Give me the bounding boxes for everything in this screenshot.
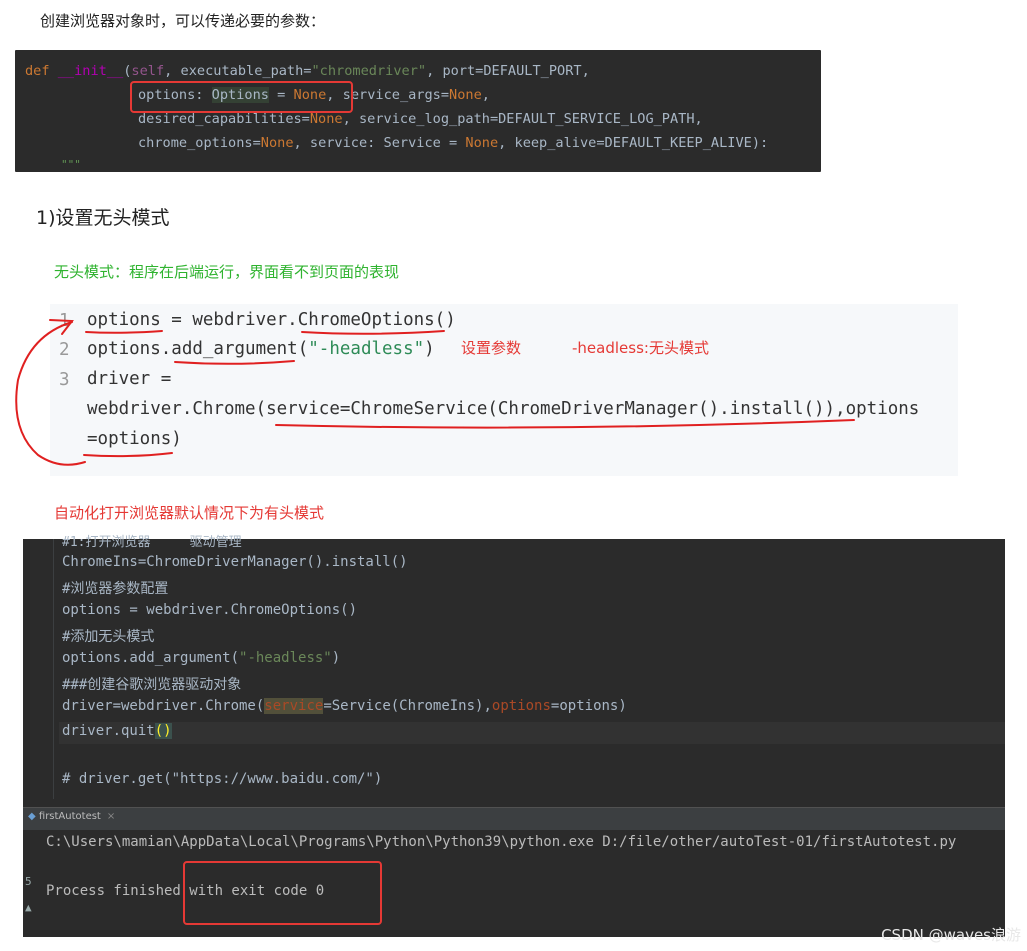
exit-code-highlight-box [183,861,382,925]
comment-line: #添加无头模式 [62,629,155,645]
csdn-watermark: CSDN @waves浪游 [881,926,1021,944]
arrow-curve [15,321,86,466]
editor-gutter [53,539,54,799]
underline-options [85,330,163,334]
ide-editor-screenshot: #1:打开浏览器 驱动管理 ChromeIns=ChromeDriverMana… [23,535,1005,937]
comment-line: ###创建谷歌浏览器驱动对象 [62,677,242,693]
comment-line: # driver.get("https://www.baidu.com/") [62,771,383,787]
underline-options-arg [83,452,173,458]
code-line: ChromeIns=ChromeDriverManager().install(… [62,554,408,570]
code-line: options = webdriver.ChromeOptions() [62,602,358,618]
underline-add-argument [174,360,295,365]
partial-comment-line: #1:打开浏览器 驱动管理 [62,535,242,550]
close-icon[interactable]: × [107,811,115,822]
current-line-highlight [59,722,1005,744]
console-command: C:\Users\mamian\AppData\Local\Programs\P… [46,834,957,850]
console-gutter-icons[interactable]: 5 ▲ [25,875,32,914]
run-tab[interactable]: ◆ firstAutotest × [28,811,115,822]
run-tool-window-tabbar: ◆ firstAutotest × [23,807,1005,830]
code-line: driver.quit() [62,723,172,739]
python-icon: ◆ [28,811,36,822]
code-line: options.add_argument("-headless") [62,650,341,666]
default-mode-caption: 自动化打开浏览器默认情况下为有头模式 [54,504,325,522]
underline-chromeoptions [301,330,445,335]
comment-line: #浏览器参数配置 [62,581,169,597]
underline-service-arg [275,419,855,429]
run-tab-label: firstAutotest [38,811,101,822]
code-line: driver=webdriver.Chrome(service=Service(… [62,698,627,714]
